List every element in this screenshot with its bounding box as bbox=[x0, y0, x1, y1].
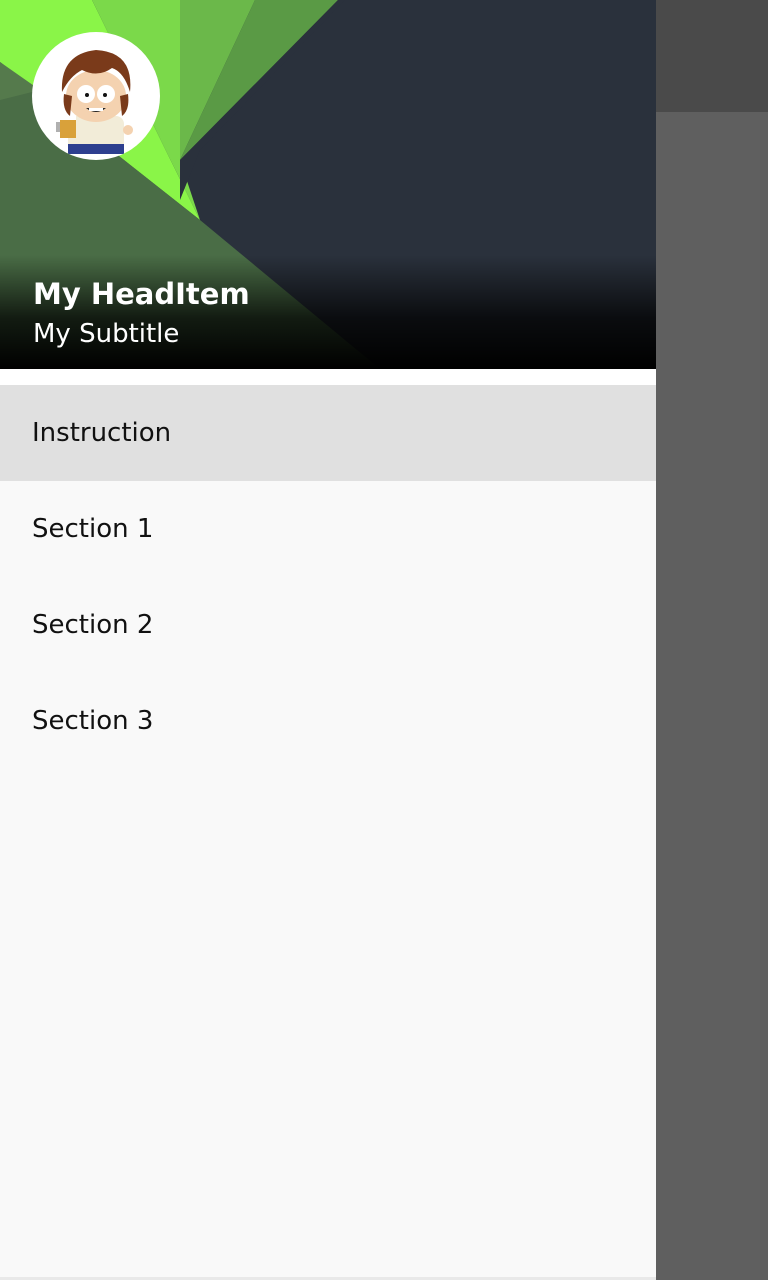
avatar-cartoon-character-icon bbox=[56, 50, 133, 154]
profile-avatar[interactable] bbox=[32, 32, 160, 160]
menu-item-section-1[interactable]: Section 1 bbox=[0, 481, 656, 577]
drawer-menu: Instruction Section 1 Section 2 Section … bbox=[0, 385, 656, 769]
menu-item-label: Section 2 bbox=[32, 610, 154, 640]
header-subtitle: My Subtitle bbox=[33, 319, 180, 349]
menu-item-label: Section 3 bbox=[32, 706, 154, 736]
header-title: My HeadItem bbox=[33, 277, 250, 311]
menu-item-section-3[interactable]: Section 3 bbox=[0, 673, 656, 769]
dimmed-app-toolbar bbox=[656, 0, 768, 112]
menu-item-label: Section 1 bbox=[32, 514, 154, 544]
menu-item-label: Instruction bbox=[32, 418, 172, 448]
navigation-drawer: My HeadItem My Subtitle Instruction Sect… bbox=[0, 0, 656, 1280]
drawer-scrim[interactable] bbox=[656, 112, 768, 1280]
header-divider-space bbox=[0, 369, 656, 385]
header-gradient-shade bbox=[0, 255, 656, 369]
menu-item-instruction[interactable]: Instruction bbox=[0, 385, 656, 481]
drawer-header: My HeadItem My Subtitle bbox=[0, 0, 656, 369]
menu-item-section-2[interactable]: Section 2 bbox=[0, 577, 656, 673]
